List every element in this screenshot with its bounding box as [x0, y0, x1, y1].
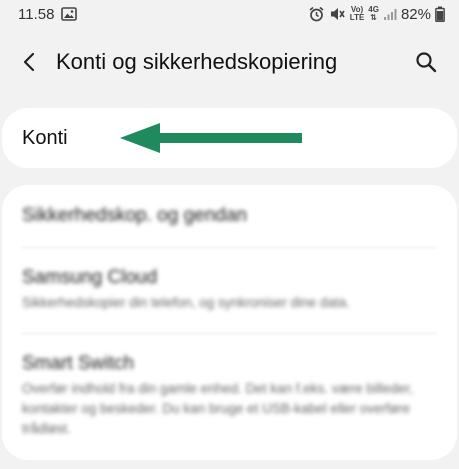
list-item-backup-restore[interactable]: Sikkerhedskop. og gendan [22, 205, 432, 227]
backup-options-card: Sikkerhedskop. og gendan Samsung Cloud S… [2, 185, 457, 460]
konti-label: Konti [22, 126, 68, 149]
mute-icon [329, 6, 346, 22]
battery-icon [435, 6, 445, 23]
green-arrow-annotation [120, 123, 302, 153]
list-item-samsung-cloud[interactable]: Samsung Cloud Sikkerhedskopier din telef… [22, 267, 432, 313]
item-title: Sikkerhedskop. og gendan [22, 205, 247, 226]
gallery-notification-icon [61, 7, 78, 21]
volte-indicator: Vo) LTE [349, 5, 365, 22]
divider [22, 247, 437, 248]
search-button[interactable] [411, 47, 441, 77]
back-arrow-icon [23, 52, 35, 72]
alarm-icon [308, 6, 325, 22]
status-time: 11.58 [18, 5, 55, 23]
item-title: Smart Switch [22, 353, 134, 374]
search-icon [416, 52, 437, 73]
list-item-smart-switch[interactable]: Smart Switch Overfør indhold fra din gam… [22, 353, 432, 439]
status-left: 11.58 [18, 5, 78, 23]
divider [22, 333, 437, 334]
page-title: Konti og sikkerhedskopiering [56, 49, 338, 74]
network-type-indicator: 4G ⇅ [368, 5, 379, 22]
konti-item[interactable]: Konti [2, 108, 457, 168]
status-bar: 11.58 Vo) LTE 4G ⇅ 82% [0, 0, 459, 28]
back-button[interactable] [14, 47, 44, 77]
battery-percent: 82% [400, 5, 431, 23]
status-right: Vo) LTE 4G ⇅ 82% [308, 6, 445, 23]
item-subtitle: Sikkerhedskopier din telefon, og synkron… [22, 295, 350, 310]
item-title: Samsung Cloud [22, 267, 158, 288]
app-bar: Konti og sikkerhedskopiering [0, 36, 459, 88]
item-subtitle: Overfør indhold fra din gamle enhed. Det… [22, 381, 413, 436]
signal-icon [383, 7, 397, 21]
